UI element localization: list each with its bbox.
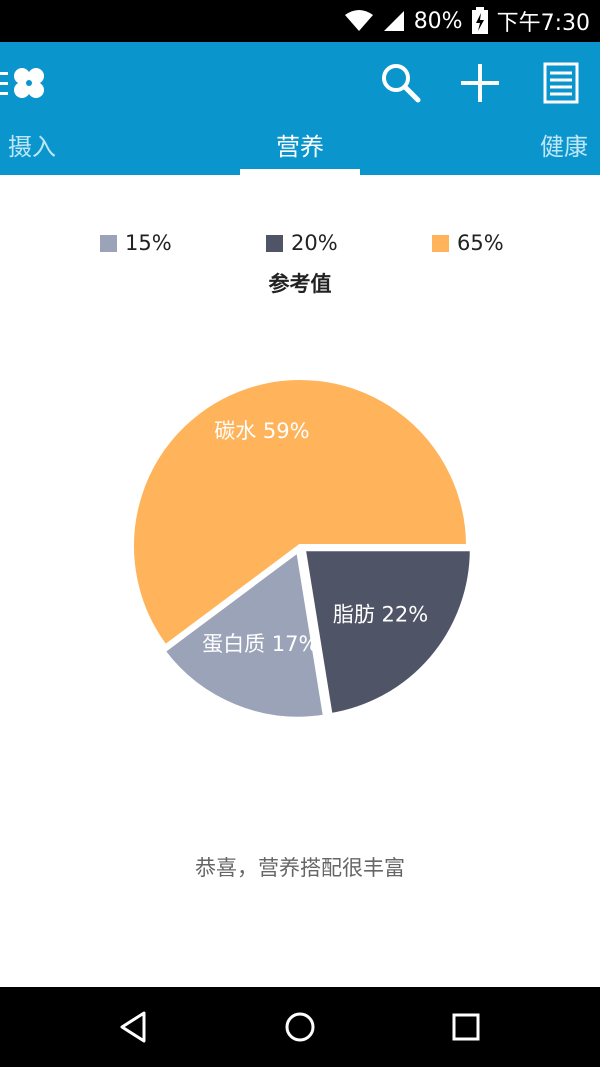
add-icon[interactable] xyxy=(457,60,503,106)
reference-title: 参考值 xyxy=(268,272,332,296)
legend-label: 15% xyxy=(125,231,172,255)
recents-icon[interactable] xyxy=(446,1007,486,1047)
pie-slice-label: 蛋白质 17% xyxy=(202,632,318,656)
nav-bar xyxy=(0,987,600,1067)
clover-menu-icon[interactable] xyxy=(0,62,56,106)
wifi-icon xyxy=(344,10,373,31)
summary-text: 恭喜，营养搭配很丰富 xyxy=(195,856,405,880)
app-bar: 摄入 营养 健康 xyxy=(0,42,600,175)
cell-signal-icon xyxy=(383,11,404,31)
search-icon[interactable] xyxy=(378,60,424,106)
tab-intake[interactable]: 摄入 xyxy=(8,126,56,175)
legend-swatch xyxy=(432,234,449,252)
legend-item: 15% xyxy=(100,228,172,258)
back-icon[interactable] xyxy=(114,1007,154,1047)
reference-legend: 15% 20% 65% xyxy=(0,228,600,258)
tab-health[interactable]: 健康 xyxy=(540,126,588,175)
status-bar: 80% 下午7:30 xyxy=(0,0,600,42)
pie-slice[interactable] xyxy=(301,547,474,718)
legend-label: 65% xyxy=(457,231,504,255)
clock: 下午7:30 xyxy=(496,11,590,36)
pie-slice-label: 脂肪 22% xyxy=(333,603,428,627)
legend-swatch xyxy=(266,234,283,252)
battery-percent: 80% xyxy=(413,8,463,34)
home-icon[interactable] xyxy=(280,1007,320,1047)
status-icons: 80% 下午7:30 xyxy=(344,0,590,42)
legend-swatch xyxy=(100,234,117,252)
battery-charging-icon xyxy=(471,7,488,34)
tab-nutrition[interactable]: 营养 xyxy=(240,126,360,175)
tab-bar: 摄入 营养 健康 xyxy=(0,126,600,175)
legend-item: 20% xyxy=(266,228,338,258)
tab-indicator xyxy=(240,169,360,175)
pie-slice-label: 碳水 59% xyxy=(214,419,309,443)
legend-label: 20% xyxy=(291,231,338,255)
nutrition-pie-chart: 脂肪 22% 蛋白质 17% 碳水 59% xyxy=(130,376,474,721)
legend-item: 65% xyxy=(432,228,504,258)
list-icon[interactable] xyxy=(538,60,584,106)
